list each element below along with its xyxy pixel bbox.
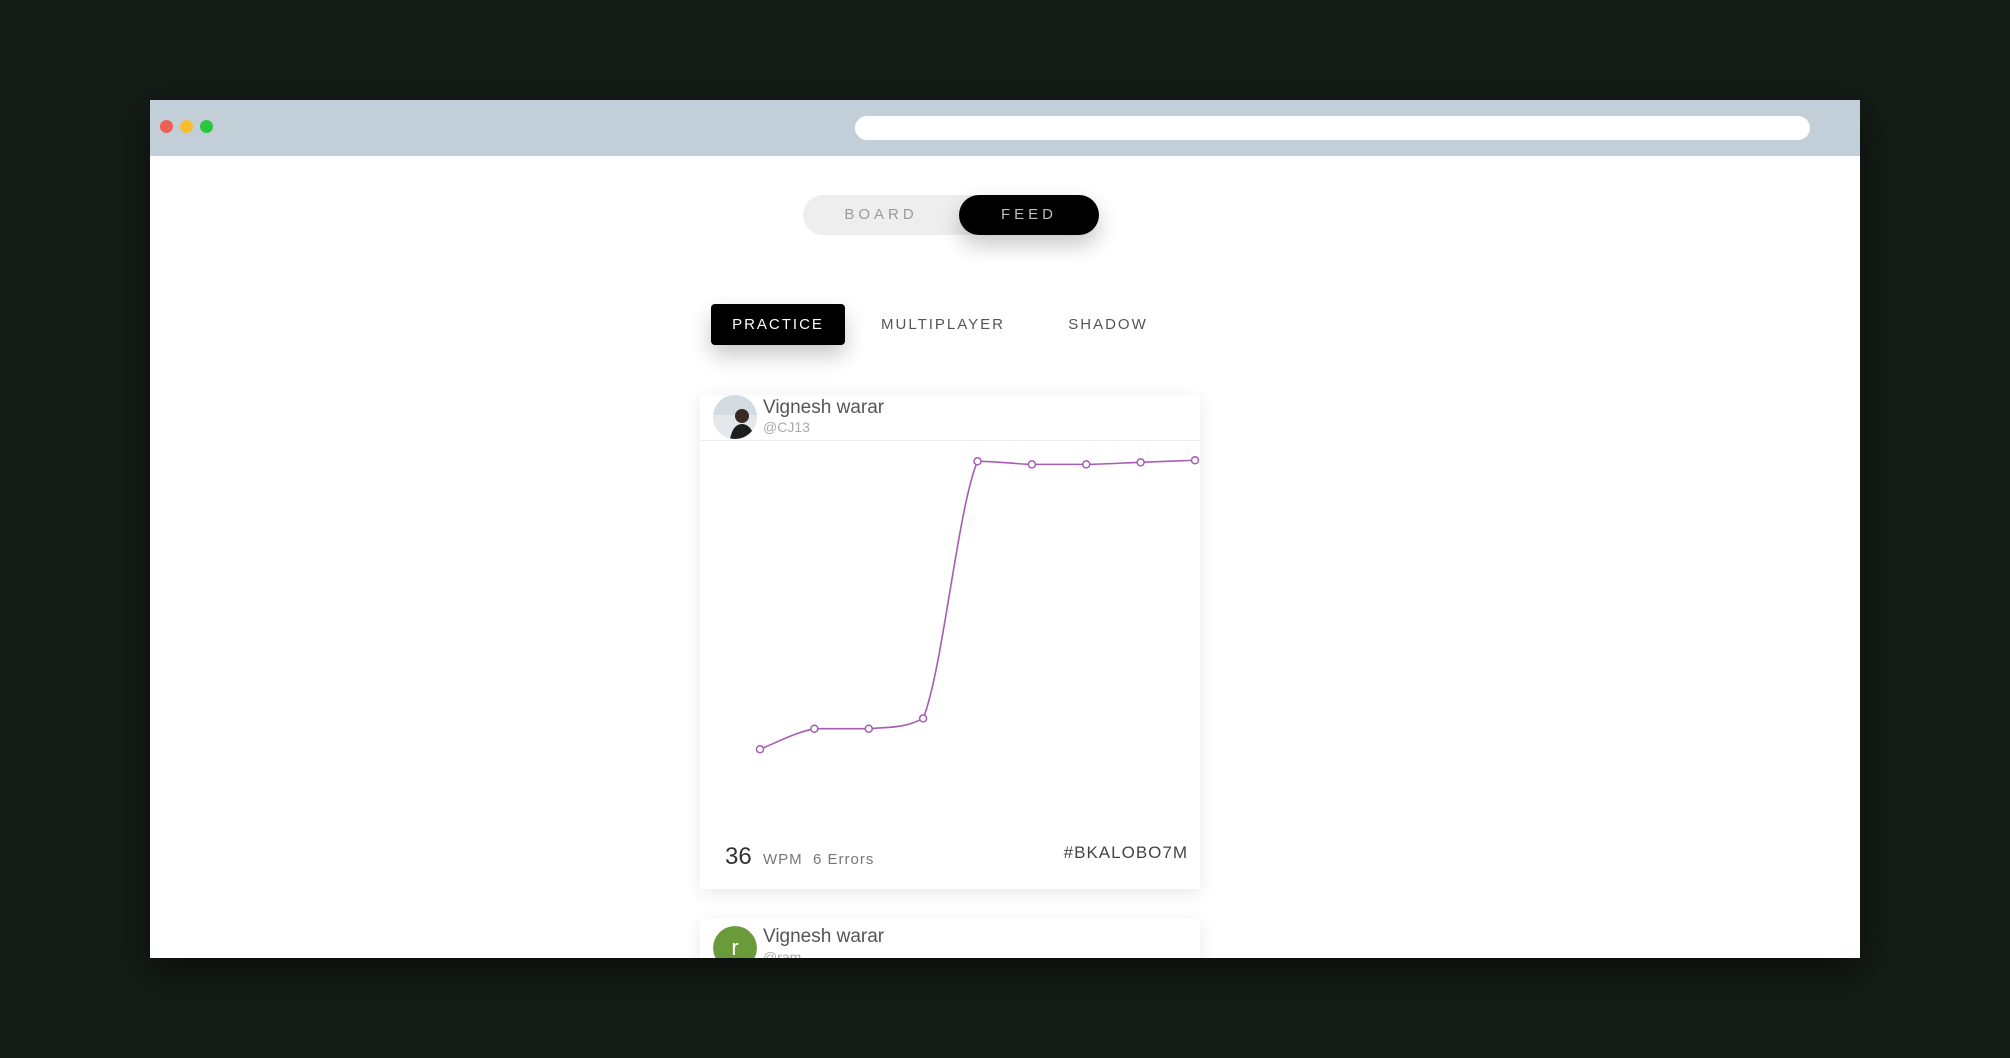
card-header: r Vignesh warar @ram [700, 919, 1200, 958]
tab-practice[interactable]: PRACTICE [711, 304, 845, 345]
wpm-chart [755, 456, 1200, 754]
avatar-photo [713, 395, 757, 439]
chart-point [918, 714, 928, 723]
avatar-letter: r [713, 926, 757, 958]
tab-shadow[interactable]: SHADOW [1041, 304, 1175, 345]
url-bar[interactable] [855, 116, 1810, 140]
avatar[interactable]: r [713, 926, 757, 958]
minimize-icon[interactable] [180, 120, 193, 133]
user-name[interactable]: Vignesh warar [763, 397, 884, 419]
feed-card[interactable]: r Vignesh warar @ram [700, 919, 1200, 958]
errors-count: 6 Errors [813, 851, 875, 868]
feed-card[interactable]: Vignesh warar @CJ13 36 WPM 6 Errors #BKA… [700, 395, 1200, 889]
passage-code[interactable]: #BKALOBO7M [1064, 843, 1188, 863]
chart-point [1027, 460, 1037, 469]
toggle-feed[interactable]: FEED [959, 195, 1099, 235]
wpm-unit: WPM [763, 851, 803, 868]
close-icon[interactable] [160, 120, 173, 133]
chart-points [755, 456, 1200, 754]
tab-multiplayer[interactable]: MULTIPLAYER [865, 304, 1021, 345]
user-handle: @CJ13 [763, 419, 810, 435]
browser-window: BOARD FEED PRACTICE MULTIPLAYER SHADOW V… [150, 100, 1860, 958]
chart-point [1082, 460, 1091, 469]
maximize-icon[interactable] [200, 120, 213, 133]
avatar[interactable] [713, 395, 757, 439]
chart-series-line [759, 459, 1196, 751]
toggle-board[interactable]: BOARD [803, 195, 959, 235]
avatar-letter-text: r [731, 935, 738, 958]
user-handle: @ram [763, 949, 802, 958]
view-toggle: BOARD FEED [803, 195, 1099, 235]
chart-point [755, 745, 765, 754]
card-header: Vignesh warar @CJ13 [700, 395, 1200, 441]
titlebar [150, 100, 1860, 156]
chart-point [973, 457, 982, 466]
wpm-value: 36 [725, 843, 752, 870]
chart-point [1190, 456, 1200, 465]
chart-point [810, 724, 819, 733]
chart-point [1136, 458, 1145, 467]
user-name[interactable]: Vignesh warar [763, 926, 884, 948]
chart-point [864, 724, 873, 733]
